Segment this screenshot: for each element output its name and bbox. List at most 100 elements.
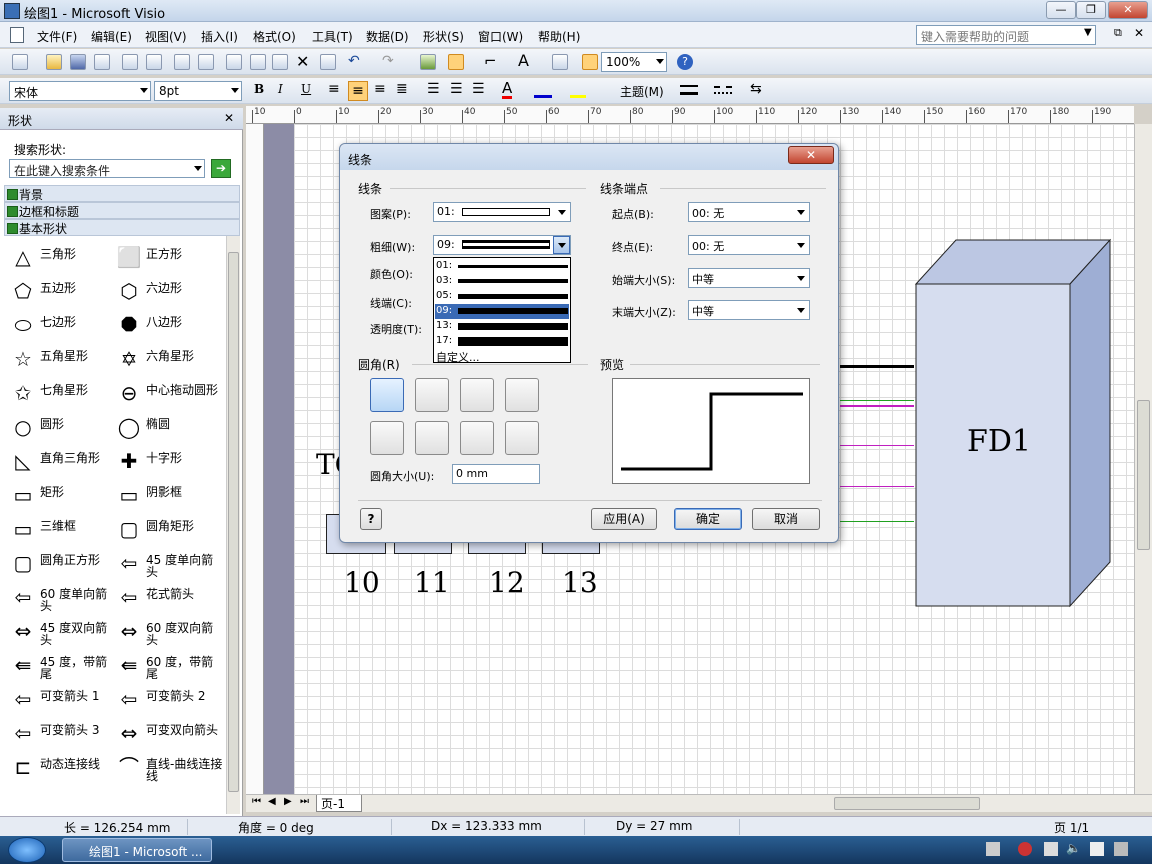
increase-indent-icon[interactable]: ☰ bbox=[472, 81, 485, 97]
connector-tool-icon[interactable]: ⌐ bbox=[484, 52, 497, 70]
align-center-icon[interactable]: ≡ bbox=[348, 81, 368, 101]
weight-option[interactable]: 03: bbox=[435, 274, 569, 289]
shapes-scrollbar[interactable] bbox=[226, 236, 240, 814]
shapes-scroll-thumb[interactable] bbox=[228, 252, 239, 792]
corner-option[interactable] bbox=[505, 378, 539, 412]
tray-icon[interactable] bbox=[1018, 842, 1032, 856]
line-pattern-icon[interactable] bbox=[714, 86, 732, 94]
corner-option[interactable] bbox=[460, 421, 494, 455]
pan-zoom-icon[interactable] bbox=[582, 54, 598, 70]
shape-item[interactable]: ▭ 阴影框 bbox=[110, 480, 220, 510]
dialog-close-button[interactable]: ✕ bbox=[788, 146, 834, 164]
connector-line-magenta[interactable] bbox=[840, 405, 914, 407]
volume-icon[interactable]: 🔈 bbox=[1066, 841, 1081, 855]
menu-shape[interactable]: 形状(S) bbox=[423, 28, 464, 45]
connector-line-thick[interactable] bbox=[840, 365, 914, 368]
tray-icon[interactable] bbox=[1114, 842, 1128, 856]
print-preview-icon[interactable] bbox=[146, 54, 162, 70]
shape-item[interactable]: ⇚ 60 度，带箭尾 bbox=[110, 650, 220, 680]
vertical-scroll-thumb[interactable] bbox=[1137, 400, 1150, 550]
shapes-pane-close-icon[interactable]: ✕ bbox=[224, 111, 234, 125]
shape-item[interactable]: ⌒ 直线-曲线连接线 bbox=[110, 752, 222, 782]
weight-custom-option[interactable]: 自定义... bbox=[436, 349, 480, 365]
end-select[interactable]: 00: 无 bbox=[688, 235, 810, 255]
doc-close-icon[interactable]: ✕ bbox=[1134, 26, 1144, 40]
menu-help[interactable]: 帮助(H) bbox=[538, 28, 580, 45]
connector-line-magenta-2[interactable] bbox=[840, 445, 914, 446]
shape-item[interactable]: ⇔ 60 度双向箭头 bbox=[110, 616, 220, 646]
line-ends-icon[interactable]: ⇆ bbox=[750, 81, 762, 97]
italic-icon[interactable]: I bbox=[278, 82, 283, 96]
help-search-input[interactable]: 键入需要帮助的问题 bbox=[916, 25, 1096, 45]
weight-dropdown-button[interactable] bbox=[553, 236, 570, 254]
align-left-icon[interactable]: ≡ bbox=[328, 81, 340, 97]
shape-item[interactable]: ⇦ 可变箭头 3 bbox=[4, 718, 114, 748]
font-select[interactable]: 宋体 bbox=[9, 81, 151, 101]
shapes-icon[interactable] bbox=[420, 54, 436, 70]
shape-item[interactable]: ⇦ 花式箭头 bbox=[110, 582, 220, 612]
search-shapes-input[interactable]: 在此键入搜索条件 bbox=[9, 159, 205, 178]
corner-option-square[interactable] bbox=[370, 378, 404, 412]
menu-tools[interactable]: 工具(T) bbox=[312, 28, 353, 45]
shape-item[interactable]: ▭ 矩形 bbox=[4, 480, 114, 510]
font-color-icon[interactable]: A bbox=[502, 80, 513, 99]
shape-item[interactable]: ⊖ 中心拖动圆形 bbox=[110, 378, 220, 408]
stencil-borders-titles[interactable]: 边框和标题 bbox=[4, 202, 240, 219]
shape-item[interactable]: ◯ 椭圆 bbox=[110, 412, 220, 442]
corner-option[interactable] bbox=[505, 421, 539, 455]
connector-line-green[interactable] bbox=[840, 400, 914, 401]
shape-item[interactable]: ▢ 圆角矩形 bbox=[110, 514, 220, 544]
shape-item[interactable]: ⇚ 45 度，带箭尾 bbox=[4, 650, 114, 680]
maximize-button[interactable]: ❐ bbox=[1076, 1, 1106, 19]
shape-item[interactable]: ▭ 三维框 bbox=[4, 514, 114, 544]
research-icon[interactable] bbox=[198, 54, 214, 70]
tray-icon[interactable] bbox=[1090, 842, 1104, 856]
stencil-background[interactable]: 背景 bbox=[4, 185, 240, 202]
save-icon[interactable] bbox=[70, 54, 86, 70]
begin-size-select[interactable]: 中等 bbox=[688, 268, 810, 288]
ink-tool-icon[interactable] bbox=[552, 54, 568, 70]
pattern-select[interactable]: 01: bbox=[433, 202, 571, 222]
decrease-indent-icon[interactable]: ☰ bbox=[450, 81, 463, 97]
shape-item[interactable]: ✡ 六角星形 bbox=[110, 344, 220, 374]
horizontal-scroll-thumb[interactable] bbox=[834, 797, 980, 810]
weight-option[interactable]: 13: bbox=[435, 319, 569, 334]
page-tab[interactable]: 页-1 bbox=[316, 795, 362, 812]
underline-icon[interactable]: U bbox=[301, 82, 311, 96]
pointer-tool-icon[interactable] bbox=[448, 54, 464, 70]
delete-icon[interactable]: ✕ bbox=[296, 52, 309, 71]
weight-option[interactable]: 01: bbox=[435, 259, 569, 274]
connector-line-magenta-3[interactable] bbox=[840, 486, 914, 487]
shape-item[interactable]: ⇦ 可变箭头 1 bbox=[4, 684, 114, 714]
copy-icon[interactable] bbox=[250, 54, 266, 70]
round-size-input[interactable]: 0 mm bbox=[452, 464, 540, 484]
shape-item[interactable]: ⇦ 60 度单向箭头 bbox=[4, 582, 114, 612]
shape-item[interactable]: ⇦ 45 度单向箭头 bbox=[110, 548, 220, 578]
weight-select[interactable]: 09: bbox=[433, 235, 571, 255]
shape-item[interactable]: ⇔ 可变双向箭头 bbox=[110, 718, 220, 748]
ok-button[interactable]: 确定 bbox=[674, 508, 742, 530]
text-tool-icon[interactable]: A bbox=[518, 51, 529, 70]
permission-icon[interactable] bbox=[94, 54, 110, 70]
corner-option[interactable] bbox=[370, 421, 404, 455]
redo-icon[interactable]: ↷ bbox=[382, 53, 394, 69]
help-icon[interactable]: ? bbox=[677, 54, 693, 70]
print-icon[interactable] bbox=[122, 54, 138, 70]
end-size-select[interactable]: 中等 bbox=[688, 300, 810, 320]
search-go-button[interactable]: ➔ bbox=[211, 159, 231, 178]
new-icon[interactable] bbox=[12, 54, 28, 70]
tray-icon[interactable] bbox=[986, 842, 1000, 856]
menu-window[interactable]: 窗口(W) bbox=[478, 28, 523, 45]
corner-option[interactable] bbox=[415, 421, 449, 455]
shape-item[interactable]: △ 三角形 bbox=[4, 242, 114, 272]
shape-item[interactable]: ▢ 圆角正方形 bbox=[4, 548, 114, 578]
shape-item[interactable]: ✚ 十字形 bbox=[110, 446, 220, 476]
shape-item[interactable]: ⯃ 八边形 bbox=[110, 310, 220, 340]
menu-insert[interactable]: 插入(I) bbox=[201, 28, 238, 45]
shape-item[interactable]: ⬭ 七边形 bbox=[4, 310, 114, 340]
dialog-help-button[interactable]: ? bbox=[360, 508, 382, 530]
cancel-button[interactable]: 取消 bbox=[752, 508, 820, 530]
help-dropdown-icon[interactable]: ▼ bbox=[1084, 27, 1092, 38]
stencil-basic-shapes[interactable]: 基本形状 bbox=[4, 219, 240, 236]
justify-icon[interactable]: ≣ bbox=[396, 81, 408, 97]
